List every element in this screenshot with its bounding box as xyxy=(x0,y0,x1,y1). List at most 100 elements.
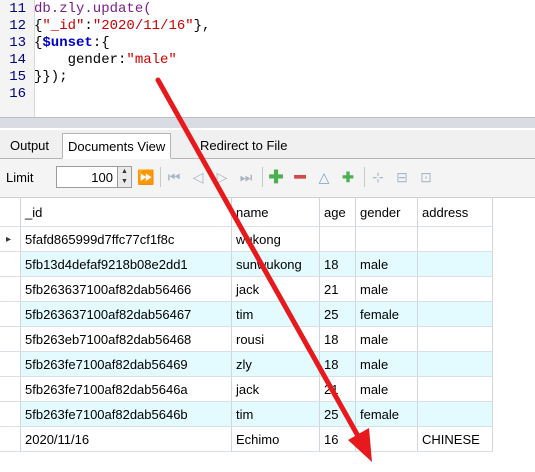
table-cell-name[interactable]: tim xyxy=(231,401,320,427)
table-cell-name[interactable]: jack xyxy=(231,276,320,302)
row-indicator[interactable] xyxy=(0,251,21,277)
table-row[interactable]: ▸ 5fafd865999d7ffc77cf1f8c wukong xyxy=(0,226,493,252)
table-cell-address[interactable] xyxy=(417,376,493,402)
table-cell-address[interactable] xyxy=(417,251,493,277)
column-header-name[interactable]: name xyxy=(231,198,320,227)
table-cell-name[interactable]: zly xyxy=(231,351,320,377)
table-cell-age[interactable]: 18 xyxy=(319,251,356,277)
table-cell-name[interactable]: jack xyxy=(231,376,320,402)
table-cell-name[interactable]: rousi xyxy=(231,326,320,352)
tab-redirect-to-file[interactable]: Redirect to File xyxy=(194,134,293,156)
line-number: 14 xyxy=(9,52,26,68)
row-indicator[interactable] xyxy=(0,326,21,352)
table-cell-name[interactable]: tim xyxy=(231,301,320,327)
row-indicator[interactable] xyxy=(0,426,21,452)
table-cell-age[interactable]: 21 xyxy=(319,376,356,402)
table-cell-id[interactable]: 5fb13d4defaf9218b08e2dd1 xyxy=(20,251,232,277)
table-cell-id[interactable]: 5fb263fe7100af82dab56469 xyxy=(20,351,232,377)
table-cell-gender[interactable]: female xyxy=(355,301,418,327)
column-header-age[interactable]: age xyxy=(319,198,356,227)
table-row[interactable]: 5fb263637100af82dab56467 tim 25 female xyxy=(0,301,493,327)
table-cell-address[interactable]: CHINESE xyxy=(417,426,493,452)
row-indicator[interactable] xyxy=(0,401,21,427)
code-editor[interactable]: 11 db.zly.update(12 {"_id":"2020/11/16"}, 1… xyxy=(0,0,535,117)
table-cell-id[interactable]: 5fb263fe7100af82dab5646b xyxy=(20,401,232,427)
column-header-id[interactable]: _id xyxy=(20,198,232,227)
limit-input[interactable] xyxy=(56,166,118,188)
table-cell-address[interactable] xyxy=(417,401,493,427)
table-row[interactable]: 5fb263637100af82dab56466 jack 21 male xyxy=(0,276,493,302)
code-line[interactable]: 15}}); xyxy=(0,69,67,86)
code-line[interactable]: 11 db.zly.update( xyxy=(0,1,151,18)
table-cell-id[interactable]: 5fafd865999d7ffc77cf1f8c xyxy=(20,226,232,252)
table-cell-address[interactable] xyxy=(417,326,493,352)
fast-forward-icon[interactable]: ⏩ xyxy=(136,167,156,187)
table-cell-age[interactable]: 21 xyxy=(319,276,356,302)
code-token: $unset xyxy=(42,35,93,51)
table-cell-gender[interactable] xyxy=(355,226,418,252)
remove-field-icon[interactable]: ⊟ xyxy=(392,167,412,187)
table-cell-address[interactable] xyxy=(417,351,493,377)
code-token: :{ xyxy=(92,35,110,51)
table-row[interactable]: 5fb13d4defaf9218b08e2dd1 sunwukong 18 male xyxy=(0,251,493,277)
table-cell-gender[interactable]: male xyxy=(355,276,418,302)
code-line[interactable]: 13 {$unset:{ xyxy=(0,35,110,52)
grid-header-row: _id name age gender address xyxy=(0,198,493,227)
table-cell-age[interactable]: 18 xyxy=(319,326,356,352)
table-cell-id[interactable]: 5fb263637100af82dab56466 xyxy=(20,276,232,302)
table-row[interactable]: 5fb263fe7100af82dab5646b tim 25 female xyxy=(0,401,493,427)
table-cell-id[interactable]: 5fb263eb7100af82dab56468 xyxy=(20,326,232,352)
limit-stepper[interactable]: ▲ ▼ xyxy=(118,166,132,188)
table-cell-age[interactable]: 25 xyxy=(319,301,356,327)
table-cell-age[interactable] xyxy=(319,226,356,252)
table-cell-name[interactable]: Echimo xyxy=(231,426,320,452)
collapse-icon[interactable]: △ xyxy=(314,167,334,187)
edit-field-icon[interactable]: ⊡ xyxy=(416,167,436,187)
tab-output[interactable]: Output xyxy=(4,134,55,156)
table-cell-id[interactable]: 5fb263637100af82dab56467 xyxy=(20,301,232,327)
first-page-icon[interactable]: ⏮ xyxy=(164,167,184,187)
row-indicator[interactable] xyxy=(0,276,21,302)
table-cell-id[interactable]: 5fb263fe7100af82dab5646a xyxy=(20,376,232,402)
table-row[interactable]: 2020/11/16 Echimo 16 CHINESE xyxy=(0,426,493,452)
delete-document-icon[interactable]: ━ xyxy=(290,167,310,187)
column-header-gender[interactable]: gender xyxy=(355,198,418,227)
code-line[interactable]: 16 xyxy=(0,86,34,103)
duplicate-document-icon[interactable]: ✚ xyxy=(338,167,358,187)
table-cell-name[interactable]: sunwukong xyxy=(231,251,320,277)
table-cell-age[interactable]: 16 xyxy=(319,426,356,452)
table-row[interactable]: 5fb263fe7100af82dab56469 zly 18 male xyxy=(0,351,493,377)
code-line[interactable]: 12 {"_id":"2020/11/16"}, xyxy=(0,18,210,35)
table-cell-gender[interactable]: male xyxy=(355,376,418,402)
insert-field-icon[interactable]: ⊹ xyxy=(368,167,388,187)
add-document-icon[interactable]: ✚ xyxy=(266,167,286,187)
table-cell-address[interactable] xyxy=(417,226,493,252)
limit-label: Limit xyxy=(6,170,34,185)
line-number: 13 xyxy=(9,35,26,51)
code-line[interactable]: 14 gender:"male" xyxy=(0,52,177,69)
prev-page-icon[interactable]: ◁ xyxy=(188,167,208,187)
table-cell-gender[interactable]: male xyxy=(355,326,418,352)
table-cell-age[interactable]: 25 xyxy=(319,401,356,427)
table-row[interactable]: 5fb263fe7100af82dab5646a jack 21 male xyxy=(0,376,493,402)
table-cell-name[interactable]: wukong xyxy=(231,226,320,252)
table-cell-gender[interactable] xyxy=(355,426,418,452)
documents-toolbar: Limit ▲▼ ⏩ ⏮ ◁ ▷ ⏭ ✚ ━ △ ✚ ⊹ ⊟ ⊡ xyxy=(0,159,535,198)
column-header-address[interactable]: address xyxy=(417,198,493,227)
table-cell-gender[interactable]: male xyxy=(355,351,418,377)
next-page-icon[interactable]: ▷ xyxy=(212,167,232,187)
row-indicator[interactable] xyxy=(0,301,21,327)
table-cell-address[interactable] xyxy=(417,276,493,302)
row-indicator[interactable]: ▸ xyxy=(0,226,21,252)
table-row[interactable]: 5fb263eb7100af82dab56468 rousi 18 male xyxy=(0,326,493,352)
editor-splitter[interactable] xyxy=(0,117,535,128)
tab-documents-view[interactable]: Documents View xyxy=(62,133,172,159)
row-indicator[interactable] xyxy=(0,351,21,377)
table-cell-gender[interactable]: female xyxy=(355,401,418,427)
last-page-icon[interactable]: ⏭ xyxy=(236,167,256,187)
table-cell-address[interactable] xyxy=(417,301,493,327)
table-cell-id[interactable]: 2020/11/16 xyxy=(20,426,232,452)
table-cell-gender[interactable]: male xyxy=(355,251,418,277)
table-cell-age[interactable]: 18 xyxy=(319,351,356,377)
row-indicator[interactable] xyxy=(0,376,21,402)
